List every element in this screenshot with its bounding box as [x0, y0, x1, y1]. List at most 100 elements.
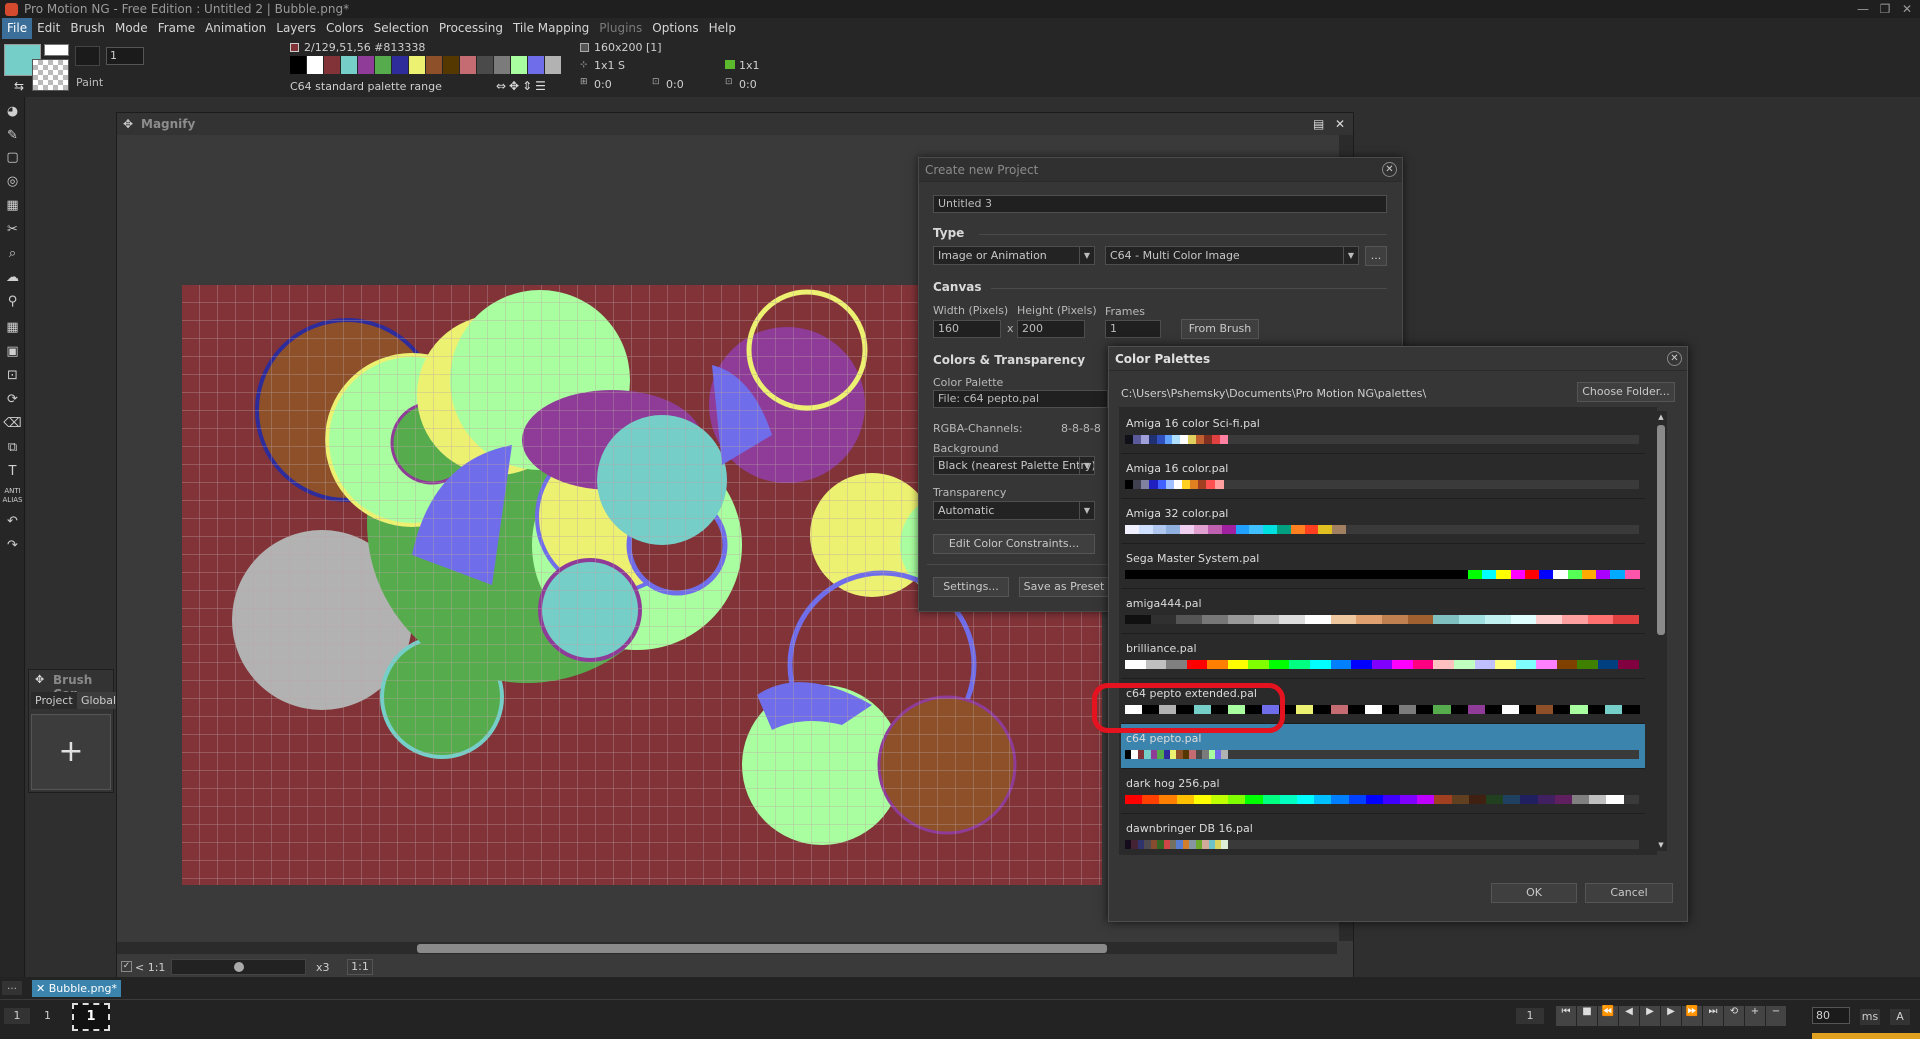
eyedropper-icon[interactable]: ⚲ — [2, 291, 23, 312]
grid-checkbox[interactable]: ✓ — [121, 961, 132, 972]
palette-list-item[interactable]: dark hog 256.pal — [1121, 769, 1645, 814]
palette-list-item[interactable]: dawnbringer DB 16.pal — [1121, 814, 1645, 855]
horizontal-scrollbar[interactable] — [117, 942, 1337, 954]
redo-icon[interactable]: ↷ — [2, 535, 23, 556]
palette-swatch[interactable] — [358, 56, 375, 74]
frame-speed-input[interactable]: 80 — [1812, 1007, 1850, 1024]
close-window-button[interactable]: ✕ — [1894, 1, 1920, 17]
menu-file[interactable]: File — [2, 18, 33, 39]
stamp-icon[interactable]: ▣ — [2, 341, 23, 362]
palette-list-item[interactable]: Sega Master System.pal — [1121, 544, 1645, 589]
palette-list[interactable]: Amiga 16 color Sci-fi.pal Amiga 16 color.… — [1119, 407, 1657, 855]
menu-brush[interactable]: Brush — [65, 18, 110, 39]
rectangle-icon[interactable]: ▢ — [2, 147, 23, 168]
add-brush-button[interactable]: + — [31, 714, 111, 790]
horizontal-scroll-thumb[interactable] — [417, 944, 1107, 953]
palette-swatch[interactable] — [426, 56, 443, 74]
menu-help[interactable]: Help — [704, 18, 741, 39]
palette-list-item[interactable]: brilliance.pal — [1121, 634, 1645, 679]
palette-swatch[interactable] — [511, 56, 528, 74]
previous-frame-icon[interactable]: ◀ — [1619, 1006, 1639, 1026]
tile-grid-icon[interactable]: ▦ — [2, 317, 23, 338]
palette-swatch[interactable] — [494, 56, 511, 74]
current-frame[interactable]: 1 — [1516, 1008, 1544, 1024]
remove-frame-icon[interactable]: − — [1766, 1006, 1786, 1026]
background-select[interactable]: Black (nearest Palette Entry) ▼ — [933, 456, 1095, 475]
lasso-icon[interactable]: ✂ — [2, 219, 23, 240]
project-subtype-select[interactable]: C64 - Multi Color Image ▼ — [1105, 246, 1359, 265]
zoom-slider[interactable] — [171, 959, 306, 975]
color-palette-field[interactable]: File: c64 pepto.pal — [933, 390, 1108, 408]
palette-swatch[interactable] — [290, 56, 307, 74]
eraser-icon[interactable]: ⌫ — [2, 413, 23, 434]
palette-list-item[interactable]: amiga444.pal — [1121, 589, 1645, 634]
type-options-button[interactable]: ... — [1365, 246, 1387, 266]
color-wheel-icon[interactable]: ◕ — [2, 101, 23, 122]
settings-button[interactable]: Settings... — [933, 577, 1009, 597]
choose-folder-button[interactable]: Choose Folder... — [1577, 382, 1675, 402]
menu-layers[interactable]: Layers — [271, 18, 321, 39]
palette-strip[interactable] — [290, 56, 562, 74]
height-input[interactable]: 200 — [1017, 320, 1085, 338]
project-name-input[interactable]: Untitled 3 — [933, 195, 1387, 213]
from-brush-button[interactable]: From Brush — [1181, 319, 1259, 339]
tab-project[interactable]: Project — [31, 692, 77, 709]
menu-tile-mapping[interactable]: Tile Mapping — [508, 18, 594, 39]
palette-swatch[interactable] — [324, 56, 341, 74]
background-color-swatch[interactable] — [32, 59, 69, 91]
anti-alias-icon[interactable]: ANTI ALIAS — [2, 487, 23, 508]
undo-icon[interactable]: ↶ — [2, 511, 23, 532]
frames-input[interactable]: 1 — [1105, 320, 1161, 338]
menu-colors[interactable]: Colors — [321, 18, 369, 39]
palette-swatch[interactable] — [375, 56, 392, 74]
menu-options[interactable]: Options — [647, 18, 703, 39]
width-input[interactable]: 160 — [933, 320, 1001, 338]
scroll-down-icon[interactable]: ▼ — [1655, 839, 1667, 851]
palette-list-item[interactable]: Amiga 16 color Sci-fi.pal — [1121, 409, 1645, 454]
frame-thumbnail[interactable]: 1 — [72, 1003, 110, 1031]
grip-icon[interactable]: ✥ — [35, 673, 44, 686]
auto-button[interactable]: A — [1890, 1009, 1910, 1025]
project-type-select[interactable]: Image or Animation ▼ — [933, 246, 1095, 265]
close-icon[interactable]: ✕ — [1667, 351, 1682, 366]
layers-icon[interactable]: ⧉ — [2, 437, 23, 458]
play-icon[interactable]: ▶ — [1640, 1006, 1660, 1026]
palette-swatch[interactable] — [477, 56, 494, 74]
zoom-slider-thumb[interactable] — [234, 962, 244, 972]
palette-swatch[interactable] — [307, 56, 324, 74]
palette-swatch[interactable] — [443, 56, 460, 74]
scroll-up-icon[interactable]: ▲ — [1655, 411, 1667, 423]
brush-preview[interactable] — [44, 44, 69, 56]
palette-tools-icons[interactable]: ⇔✥⇕☰ — [496, 79, 549, 93]
smudge-icon[interactable]: ☁ — [2, 267, 23, 288]
lock-icon[interactable]: ⊡ — [2, 365, 23, 386]
brush-shape-icon[interactable] — [75, 46, 100, 66]
menu-plugins[interactable]: Plugins — [594, 18, 647, 39]
tab-global[interactable]: Global — [77, 692, 121, 709]
palette-scroll-thumb[interactable] — [1657, 425, 1665, 635]
palette-list-scrollbar[interactable]: ▲ ▼ — [1655, 411, 1667, 851]
file-tab[interactable]: ✕ Bubble.png* — [32, 980, 121, 997]
menu-mode[interactable]: Mode — [110, 18, 153, 39]
palette-swatch[interactable] — [460, 56, 477, 74]
palette-swatch[interactable] — [545, 56, 562, 74]
brush-size-field[interactable]: 1 — [106, 47, 144, 65]
swap-colors-icon[interactable]: ⇆ — [14, 79, 24, 93]
file-tab-close-icon[interactable]: ✕ — [36, 982, 49, 995]
text-icon[interactable]: T — [2, 461, 23, 482]
first-frame-icon[interactable]: ⏮ — [1556, 1006, 1576, 1026]
palette-swatch[interactable] — [392, 56, 409, 74]
circle-icon[interactable]: ◎ — [2, 171, 23, 192]
menu-edit[interactable]: Edit — [32, 18, 65, 39]
grip-icon[interactable]: ✥ — [123, 113, 133, 135]
add-frame-icon[interactable]: + — [1745, 1006, 1765, 1026]
palette-swatch[interactable] — [341, 56, 358, 74]
transparency-select[interactable]: Automatic ▼ — [933, 501, 1095, 520]
edit-color-constraints-button[interactable]: Edit Color Constraints... — [933, 534, 1095, 554]
more-tabs-icon[interactable]: … — [2, 981, 22, 995]
stop-icon[interactable]: ■ — [1577, 1006, 1597, 1026]
cancel-button[interactable]: Cancel — [1585, 883, 1673, 903]
menu-frame[interactable]: Frame — [153, 18, 200, 39]
menu-selection[interactable]: Selection — [369, 18, 434, 39]
loop-icon[interactable]: ⟲ — [1724, 1006, 1744, 1026]
